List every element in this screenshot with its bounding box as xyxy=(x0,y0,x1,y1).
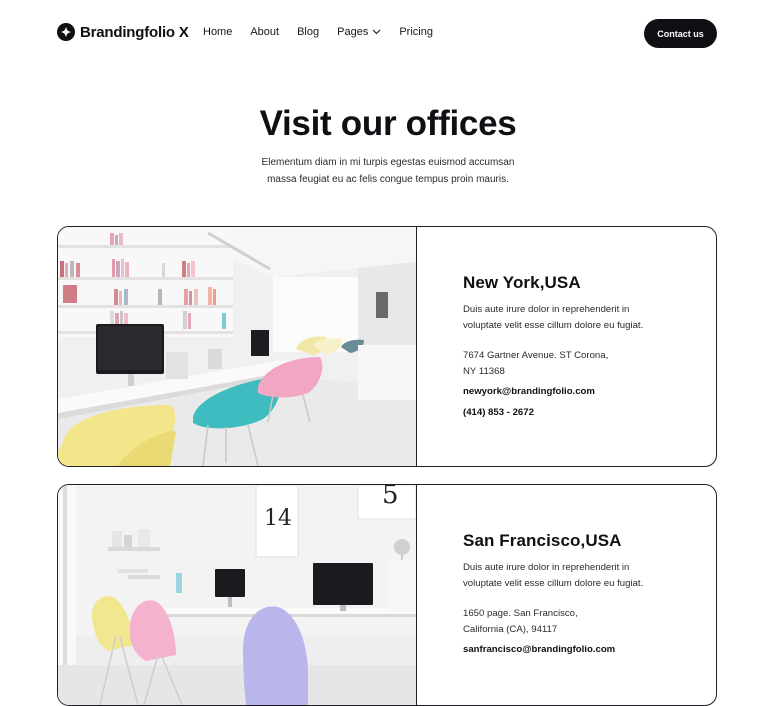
office-description-line-2: voluptate velit esse cillum dolore eu fu… xyxy=(463,578,644,589)
office-description-line-1: Duis aute irure dolor in reprehenderit i… xyxy=(463,562,630,573)
office-photo-san-francisco: 14 5 xyxy=(58,485,417,705)
office-city: New York,USA xyxy=(463,273,581,292)
office-email-link[interactable]: sanfrancisco@brandingfolio.com xyxy=(463,642,693,658)
sparkle-icon xyxy=(57,23,75,41)
office-description-line-2: voluptate velit esse cillum dolore eu fu… xyxy=(463,320,644,331)
chevron-down-icon xyxy=(372,29,381,35)
office-card-san-francisco: 14 5 San Francisco,USA Duis aute irure d… xyxy=(57,484,717,706)
office-address-line-1: 1650 page. San Francisco, xyxy=(463,608,578,619)
page-subtitle-line-2: massa feugiat eu ac felis congue tempus … xyxy=(267,173,509,185)
office-phone-link[interactable]: (414) 853 - 2672 xyxy=(463,405,693,421)
brand-name: Brandingfolio X xyxy=(80,23,189,41)
nav-link-about[interactable]: About xyxy=(250,26,279,38)
office-description: Duis aute irure dolor in reprehenderit i… xyxy=(463,302,693,334)
office-info-san-francisco: San Francisco,USA Duis aute irure dolor … xyxy=(463,531,693,658)
office-email-link[interactable]: newyork@brandingfolio.com xyxy=(463,384,693,400)
nav-link-pricing[interactable]: Pricing xyxy=(399,26,433,38)
contact-us-button[interactable]: Contact us xyxy=(644,19,717,48)
nav-link-blog[interactable]: Blog xyxy=(297,26,319,38)
office-city: San Francisco,USA xyxy=(463,531,622,550)
svg-text:5: 5 xyxy=(382,485,399,510)
office-info-new-york: New York,USA Duis aute irure dolor in re… xyxy=(463,273,693,421)
page-subtitle-line-1: Elementum diam in mi turpis egestas euis… xyxy=(261,157,515,168)
office-address: 1650 page. San Francisco, California (CA… xyxy=(463,606,693,638)
office-address: 7674 Gartner Avenue. ST Corona, NY 11368 xyxy=(463,348,693,380)
top-navigation: Brandingfolio X Home About Blog Pages Pr… xyxy=(0,0,776,66)
office-address-line-1: 7674 Gartner Avenue. ST Corona, xyxy=(463,350,609,361)
office-description-line-1: Duis aute irure dolor in reprehenderit i… xyxy=(463,304,630,315)
office-card-new-york: New York,USA Duis aute irure dolor in re… xyxy=(57,226,717,467)
nav-link-home[interactable]: Home xyxy=(203,26,232,38)
nav-dropdown-pages-label: Pages xyxy=(337,26,369,38)
office-photo-new-york xyxy=(58,227,417,466)
office-description: Duis aute irure dolor in reprehenderit i… xyxy=(463,560,693,592)
main-menu: Home About Blog Pages Pricing xyxy=(203,26,451,38)
page-title: Visit our offices xyxy=(259,104,517,143)
svg-text:14: 14 xyxy=(264,506,292,531)
office-address-line-2: NY 11368 xyxy=(463,366,505,377)
nav-dropdown-pages[interactable]: Pages xyxy=(337,26,381,38)
brand-logo[interactable]: Brandingfolio X xyxy=(57,23,189,41)
page-subtitle: Elementum diam in mi turpis egestas euis… xyxy=(238,155,538,188)
office-address-line-2: California (CA), 94117 xyxy=(463,624,558,635)
